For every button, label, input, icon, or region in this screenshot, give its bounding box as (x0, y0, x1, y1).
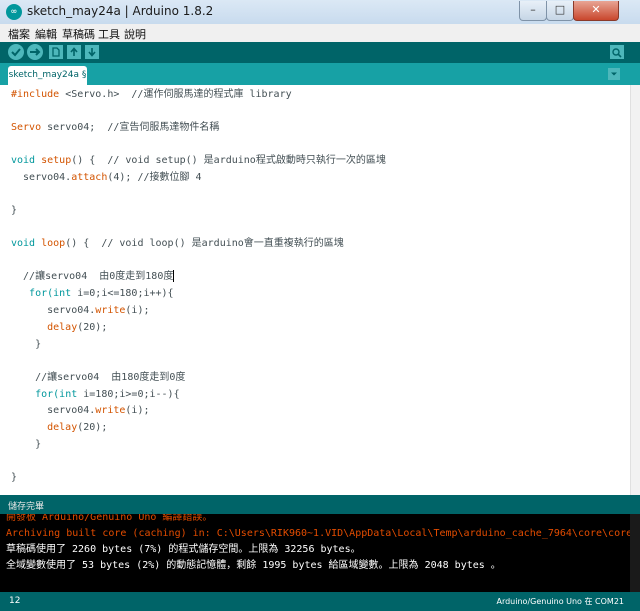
menu-help[interactable]: 說明 (124, 26, 146, 42)
tab-menu-chevron-down-icon[interactable] (608, 68, 620, 80)
code-comment: //讓servo04 由0度走到180度 (11, 271, 174, 282)
maximize-button[interactable]: □ (546, 1, 574, 21)
code-text: () { // void setup() 是arduino程式啟動時只執行一次的… (71, 155, 386, 166)
code-line-15: delay(20); (11, 421, 107, 435)
console-line: 開發板 Arduino/Genuino Uno 編譯錯誤。 (6, 514, 213, 523)
code-object: servo04. (11, 305, 96, 316)
arduino-logo-icon: ∞ (6, 4, 22, 20)
code-keyword: (int (47, 288, 72, 299)
code-function: attach (71, 172, 108, 183)
code-text: i=0;i<=180;i++){ (71, 288, 174, 299)
code-text: (i); (125, 405, 150, 416)
menu-file[interactable]: 檔案 (8, 26, 30, 42)
code-line-12: //讓servo04 由180度走到0度 (11, 372, 186, 383)
code-library: <Servo.h> (65, 89, 120, 100)
code-line-2: Servo servo04; //宣告伺服馬達物件名稱 (11, 121, 219, 135)
code-line-11: } (11, 339, 42, 350)
tab-bar: sketch_may24a § (0, 63, 640, 85)
footer-status-bar: 12 Arduino/Genuino Uno 在 COM21 (0, 592, 640, 611)
code-function: write (95, 305, 126, 316)
code-line-17: } (11, 472, 18, 483)
code-line-4: servo04.attach(4); //接數位腳 4 (11, 171, 202, 185)
menu-tools[interactable]: 工具 (98, 26, 120, 42)
menu-edit[interactable]: 編輯 (35, 26, 57, 42)
code-line-1: #include <Servo.h> //運作伺服馬達的程式庫 library (11, 88, 292, 102)
code-object: servo04. (11, 172, 72, 183)
code-keyword: (int (53, 389, 78, 400)
line-number: 12 (9, 596, 21, 606)
console-output[interactable]: 開發板 Arduino/Genuino Uno 編譯錯誤。 Archiving … (0, 514, 630, 592)
minimize-button[interactable]: – (519, 1, 547, 21)
code-function: delay (11, 422, 78, 433)
arduino-ide-window: ∞ sketch_may24a | Arduino 1.8.2 – □ ✕ 檔案… (0, 0, 640, 611)
code-function: setup (35, 155, 72, 166)
code-text: (20); (77, 322, 108, 333)
window-title: sketch_may24a | Arduino 1.8.2 (27, 4, 214, 18)
close-button[interactable]: ✕ (573, 1, 619, 21)
open-icon[interactable] (67, 45, 81, 59)
upload-icon[interactable] (27, 44, 43, 60)
console-status-bar: 儲存完畢 (0, 495, 640, 514)
code-line-13: for(int i=180;i>=0;i--){ (11, 388, 180, 402)
code-line-14: servo04.write(i); (11, 404, 150, 418)
title-bar[interactable]: ∞ sketch_may24a | Arduino 1.8.2 – □ ✕ (0, 0, 640, 24)
tab-sketch[interactable]: sketch_may24a § (8, 66, 87, 85)
toolbar (0, 42, 640, 63)
code-line-6: void loop() { // void loop() 是arduino會一直… (11, 237, 344, 251)
console-line: Archiving built core (caching) in: C:\Us… (6, 528, 630, 539)
code-keyword: for (11, 288, 48, 299)
code-keyword: for (11, 389, 54, 400)
code-text: (i); (125, 305, 150, 316)
save-icon[interactable] (85, 45, 99, 59)
code-keyword: void (11, 238, 36, 249)
console-line: 草稿碼使用了 2260 bytes (7%) 的程式儲存空間。上限為 32256… (6, 544, 361, 555)
code-line-9: servo04.write(i); (11, 304, 150, 318)
code-text: () { // void loop() 是arduino會一直重複執行的區塊 (65, 238, 344, 249)
verify-icon[interactable] (8, 44, 24, 60)
board-port-info: Arduino/Genuino Uno 在 COM21 (496, 597, 624, 606)
code-line-5: } (11, 205, 18, 216)
code-function: write (95, 405, 126, 416)
code-function: loop (35, 238, 66, 249)
code-comment: //運作伺服馬達的程式庫 library (119, 89, 292, 100)
code-text: (20); (77, 422, 108, 433)
code-function: delay (11, 322, 78, 333)
code-line-10: delay(20); (11, 321, 107, 335)
code-object: servo04. (11, 405, 96, 416)
text-cursor (173, 270, 175, 282)
new-icon[interactable] (49, 45, 63, 59)
code-keyword: void (11, 155, 36, 166)
console-line: 全域變數使用了 53 bytes (2%) 的動態記憶體，剩餘 1995 byt… (6, 560, 501, 571)
menu-bar: 檔案 編輯 草稿碼 工具 說明 (0, 24, 640, 43)
code-type: Servo (11, 122, 42, 133)
code-text: servo04; //宣告伺服馬達物件名稱 (41, 122, 220, 133)
editor-scrollbar[interactable] (630, 85, 640, 495)
code-line-7: //讓servo04 由0度走到180度 (11, 270, 175, 284)
status-message: 儲存完畢 (8, 502, 45, 512)
code-line-16: } (11, 439, 42, 450)
code-text: i=180;i>=0;i--){ (77, 389, 180, 400)
code-text: (4); //接數位腳 4 (107, 172, 202, 183)
code-line-8: for(int i=0;i<=180;i++){ (11, 287, 174, 301)
console-scrollbar[interactable] (630, 514, 640, 592)
code-line-3: void setup() { // void setup() 是arduino程… (11, 154, 386, 168)
code-directive: #include (11, 89, 66, 100)
menu-sketch[interactable]: 草稿碼 (62, 26, 95, 42)
code-editor[interactable]: #include <Servo.h> //運作伺服馬達的程式庫 library … (0, 85, 630, 495)
serial-monitor-icon[interactable] (610, 45, 624, 59)
